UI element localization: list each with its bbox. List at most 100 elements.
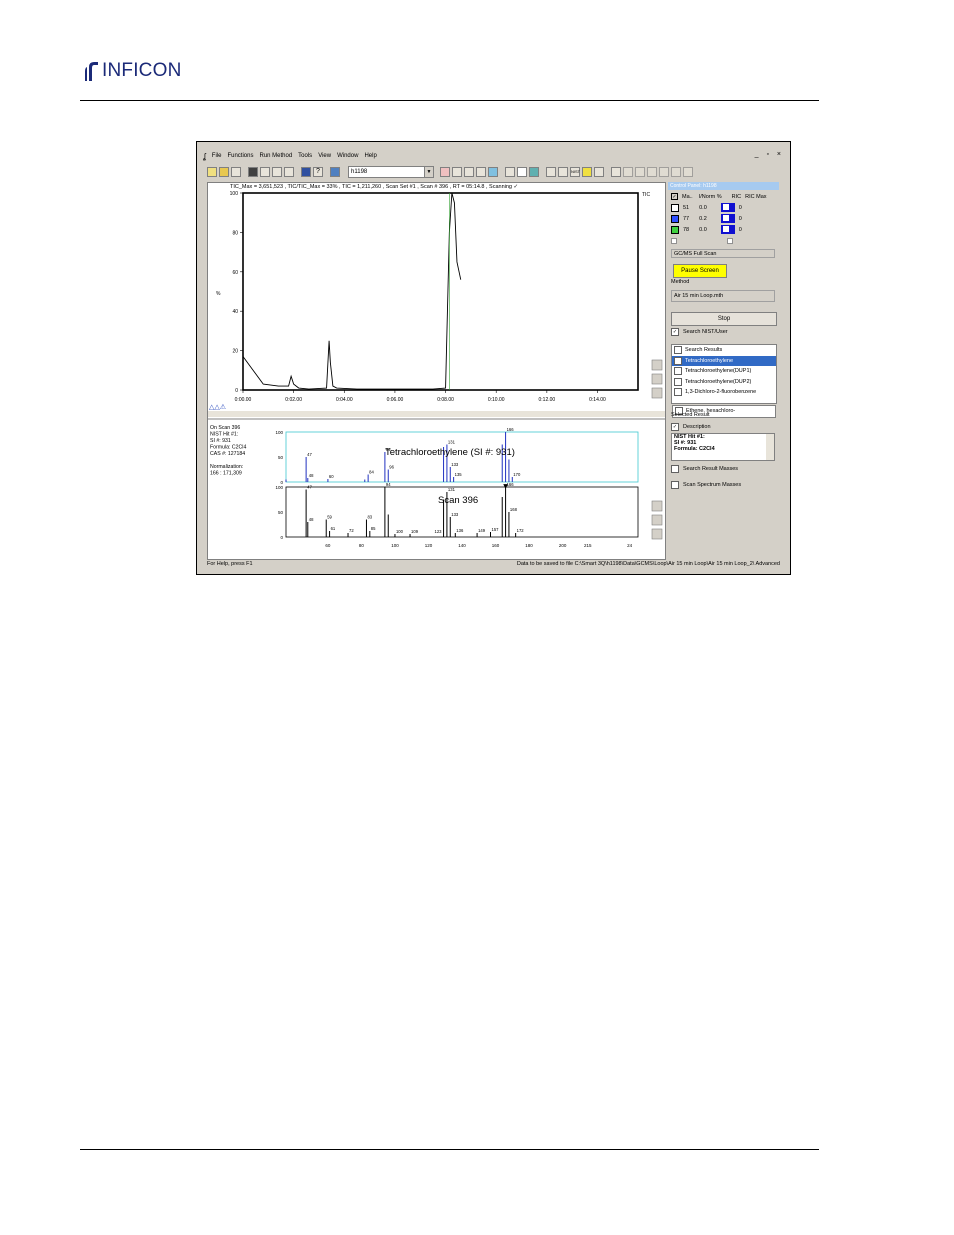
ric-color-swatch[interactable] — [671, 203, 679, 212]
acquire-icon[interactable] — [529, 167, 539, 177]
ric-norm: 0.2 — [699, 215, 707, 222]
spectrum-peak-label: 48 — [309, 473, 314, 478]
spectrum-peak-label: 135 — [455, 472, 463, 477]
sort-icon[interactable] — [505, 167, 515, 177]
help-icon[interactable]: ? — [313, 167, 323, 177]
open-icon[interactable] — [219, 167, 229, 177]
ric-toggle[interactable] — [720, 214, 735, 223]
spectrum-xtick-label: 215 — [584, 543, 592, 548]
flag-icon[interactable] — [582, 167, 592, 177]
spectrum-peak-label: 133 — [451, 462, 459, 467]
list-item[interactable]: Tetrachloroethylene — [672, 355, 776, 366]
instrument-icon[interactable] — [330, 167, 340, 177]
search-nist-checkbox[interactable]: ✓ Search NIST/User — [671, 328, 728, 336]
description-scrollbar[interactable] — [766, 434, 774, 460]
search-results-header[interactable]: Search Results — [672, 345, 776, 356]
new-icon[interactable] — [207, 167, 217, 177]
arrow-up-icon[interactable] — [623, 167, 633, 177]
spectrum-xtick-label: 140 — [458, 543, 466, 548]
checkbox-checked-icon[interactable]: ✓ — [671, 423, 679, 431]
expand-3-icon[interactable] — [683, 167, 693, 177]
ric-row[interactable]: 78 0.0 0 — [668, 224, 779, 235]
scan-spectrum-masses-checkbox[interactable]: Scan Spectrum Masses — [671, 481, 741, 489]
list-item[interactable]: Tetrachloroethylene(DUP2) — [672, 377, 776, 388]
chevron-down-icon[interactable]: ▼ — [424, 167, 433, 177]
spectrum-xtick-label: 60 — [325, 543, 331, 548]
spectrum-ytick-label: 100 — [275, 485, 283, 490]
tile-icon[interactable] — [301, 167, 311, 177]
spectrum-peak-label: 109 — [411, 529, 419, 534]
search-result-masses-checkbox[interactable]: Search Result Masses — [671, 465, 738, 473]
result-label: Tetrachloroethylene(DUP2) — [685, 378, 752, 385]
spectrum-peak-label: 172 — [517, 528, 525, 533]
method-icon[interactable] — [452, 167, 462, 177]
checkbox-icon[interactable] — [671, 481, 679, 489]
ric-row[interactable]: 51 0.0 0 — [668, 202, 779, 213]
close-file-icon[interactable] — [231, 167, 241, 177]
ric-icon[interactable] — [611, 167, 621, 177]
print-icon[interactable] — [284, 167, 294, 177]
menu-tools[interactable]: Tools — [298, 153, 312, 159]
tic-ytick-label: 40 — [232, 309, 238, 315]
tune-icon[interactable] — [440, 167, 450, 177]
edit-icon[interactable] — [476, 167, 486, 177]
ric-empty-checkbox-2[interactable] — [727, 237, 733, 244]
checkbox-icon[interactable] — [674, 377, 682, 386]
ric-color-swatch[interactable] — [671, 225, 679, 234]
list-item[interactable]: 1,3-Dichloro-2-fluorobenzene — [672, 387, 776, 398]
ric-color-swatch[interactable] — [671, 214, 679, 223]
save-icon[interactable] — [248, 167, 258, 177]
description-checkbox[interactable]: ✓ Description — [671, 423, 711, 431]
checkbox-icon[interactable] — [671, 465, 679, 473]
spectrum-peak-label: 94 — [386, 482, 391, 487]
copy-icon[interactable] — [272, 167, 282, 177]
spectrum-peak-label: 83 — [367, 515, 372, 520]
library-edit-icon[interactable] — [558, 167, 568, 177]
ric-empty-checkbox[interactable] — [671, 237, 677, 244]
instrument-combo[interactable]: h1198 ▼ — [348, 166, 434, 178]
traffic-light-icon[interactable] — [517, 167, 527, 177]
spectrum-xtick-label: 160 — [492, 543, 500, 548]
ric-header-checkbox[interactable]: ✓ — [671, 193, 678, 200]
list-item[interactable]: Tetrachloroethylene(DUP1) — [672, 366, 776, 377]
checkbox-icon[interactable] — [674, 356, 682, 365]
expand-icon[interactable] — [659, 167, 669, 177]
menu-help[interactable]: Help — [364, 153, 376, 159]
spectrum-info-line: NIST Hit #1: — [210, 432, 238, 438]
spectrum-peak-label: 59 — [327, 515, 332, 520]
app-icon[interactable]: ʆ — [203, 152, 206, 161]
pause-screen-button[interactable]: Pause Screen — [673, 264, 727, 278]
method-label: Method — [671, 279, 690, 285]
arrow-up-3-icon[interactable] — [647, 167, 657, 177]
monitor-icon[interactable] — [488, 167, 498, 177]
description-label: Description — [683, 424, 711, 430]
expand-2-icon[interactable] — [671, 167, 681, 177]
ric-mass: 51 — [683, 204, 690, 211]
all-ions-icon[interactable] — [594, 167, 604, 177]
checkbox-icon[interactable] — [674, 346, 682, 355]
window-controls[interactable]: _ ▫ × — [755, 151, 784, 158]
spectrum-peak-label: 149 — [478, 528, 486, 533]
toolbar: ? h1198 ▼ NIST — [207, 165, 777, 179]
arrow-up-2-icon[interactable] — [635, 167, 645, 177]
ric-toggle[interactable] — [720, 203, 735, 212]
menu-functions[interactable]: Functions — [227, 153, 253, 159]
sequence-icon[interactable] — [464, 167, 474, 177]
ric-row[interactable]: 77 0.2 0 — [668, 213, 779, 224]
ric-header-ric: RIC — [731, 193, 742, 200]
menu-view[interactable]: View — [318, 153, 331, 159]
charts-svg: 0 20 40 60 80 100% 0:00.00 0:02.00 0:04.00 0:06.0… — [208, 191, 665, 548]
menu-file[interactable]: File — [212, 153, 222, 159]
scan-spectrum-masses-label: Scan Spectrum Masses — [683, 482, 742, 488]
checkbox-icon[interactable] — [674, 367, 682, 376]
stop-button[interactable]: Stop — [671, 312, 777, 326]
ric-empty-row[interactable] — [668, 235, 779, 246]
checkbox-icon[interactable] — [674, 388, 682, 397]
menu-run-method[interactable]: Run Method — [259, 153, 292, 159]
nist-icon[interactable]: NIST — [570, 167, 580, 177]
library-icon[interactable] — [546, 167, 556, 177]
checkbox-checked-icon[interactable]: ✓ — [671, 328, 679, 336]
ric-toggle[interactable] — [720, 225, 735, 234]
print-preview-icon[interactable] — [260, 167, 270, 177]
menu-window[interactable]: Window — [337, 153, 358, 159]
